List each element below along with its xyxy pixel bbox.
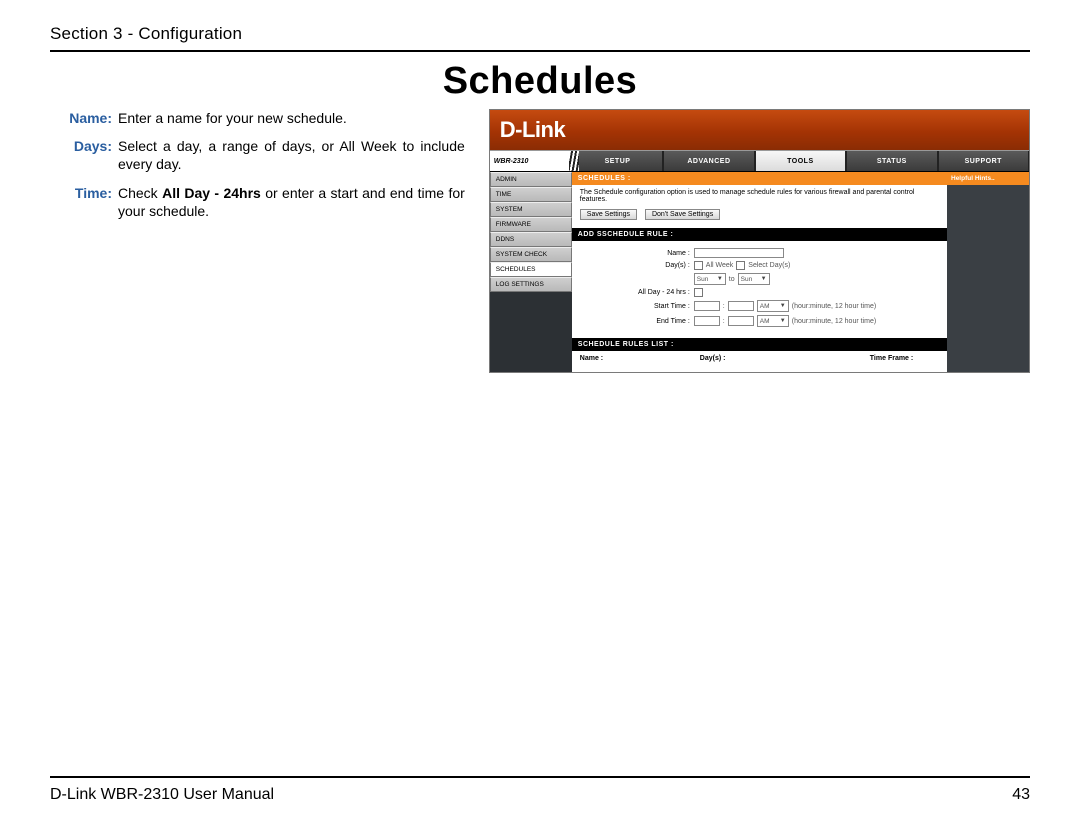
form-row-allday: All Day - 24 hrs :	[580, 288, 939, 297]
end-time-hint: (hour:minute, 12 hour time)	[792, 318, 876, 325]
definition-row: Name: Enter a name for your new schedule…	[50, 109, 465, 127]
schedules-description: The Schedule configuration option is use…	[580, 189, 939, 203]
definition-label: Days:	[50, 137, 118, 173]
page: Section 3 - Configuration Schedules Name…	[0, 0, 1080, 834]
start-hour-input[interactable]	[694, 301, 720, 311]
definition-label: Name:	[50, 109, 118, 127]
nav-tab-status[interactable]: STATUS	[846, 151, 937, 171]
days-label: Day(s) :	[580, 262, 694, 269]
select-days-text: Select Day(s)	[748, 262, 790, 269]
sidemenu-item-systemcheck[interactable]: SYSTEM CHECK	[490, 247, 572, 262]
chevron-down-icon: ▼	[761, 276, 767, 282]
rules-list-columns: Name : Day(s) : Time Frame :	[572, 351, 947, 372]
day-to-select[interactable]: Sun▼	[738, 273, 770, 285]
nav-tab-tools[interactable]: TOOLS	[755, 151, 846, 171]
form-row-end: End Time : : AM▼ (hour:minute, 12 hour t…	[580, 315, 939, 327]
definitions-list: Name: Enter a name for your new schedule…	[50, 109, 465, 230]
end-time-label: End Time :	[580, 318, 694, 325]
page-title: Schedules	[50, 60, 1030, 103]
end-ampm-select[interactable]: AM▼	[757, 315, 789, 327]
definition-row: Time: Check All Day - 24hrs or enter a s…	[50, 184, 465, 220]
main-column: SCHEDULES : The Schedule configuration o…	[572, 172, 947, 372]
chevron-down-icon: ▼	[780, 303, 786, 309]
chevron-down-icon: ▼	[780, 318, 786, 324]
start-time-label: Start Time :	[580, 303, 694, 310]
end-hour-input[interactable]	[694, 316, 720, 326]
form-row-days: Day(s) : All Week Select Day(s)	[580, 261, 939, 270]
start-time-hint: (hour:minute, 12 hour time)	[792, 303, 876, 310]
name-label: Name :	[580, 250, 694, 257]
model-badge: WBR-2310	[490, 151, 572, 171]
definition-text: Check All Day - 24hrs or enter a start a…	[118, 184, 465, 220]
add-rule-panel-body: Name : Day(s) : All Week Select Day(s)	[572, 241, 947, 338]
col-name: Name :	[580, 355, 700, 362]
add-rule-panel-header: ADD SSCHEDULE RULE :	[572, 228, 947, 241]
col-days: Day(s) :	[700, 355, 870, 362]
definition-text: Select a day, a range of days, or All We…	[118, 137, 465, 173]
nav-tab-advanced[interactable]: ADVANCED	[663, 151, 754, 171]
colon-text: :	[723, 318, 725, 325]
router-screenshot: D-Link WBR-2310 SETUP ADVANCED TOOLS STA…	[489, 109, 1030, 373]
nav-tab-setup[interactable]: SETUP	[572, 151, 663, 171]
rules-list-header: SCHEDULE RULES LIST :	[572, 338, 947, 351]
end-minute-input[interactable]	[728, 316, 754, 326]
to-text: to	[729, 276, 735, 283]
brand-logo: D-Link	[500, 117, 565, 143]
footer-page-number: 43	[1012, 786, 1030, 804]
form-row-start: Start Time : : AM▼ (hour:minute, 12 hour…	[580, 300, 939, 312]
definition-label: Time:	[50, 184, 118, 220]
save-settings-button[interactable]: Save Settings	[580, 209, 637, 220]
sidemenu: ADMIN TIME SYSTEM FIRMWARE DDNS SYSTEM C…	[490, 172, 572, 372]
nav-tabs-row: WBR-2310 SETUP ADVANCED TOOLS STATUS SUP…	[490, 150, 1029, 172]
sidemenu-item-admin[interactable]: ADMIN	[490, 172, 572, 187]
allday-label: All Day - 24 hrs :	[580, 289, 694, 296]
footer-left: D-Link WBR-2310 User Manual	[50, 786, 274, 804]
header-rule	[50, 50, 1030, 52]
sidemenu-item-schedules[interactable]: SCHEDULES	[490, 262, 572, 277]
definition-row: Days: Select a day, a range of days, or …	[50, 137, 465, 173]
screenshot-body: ADMIN TIME SYSTEM FIRMWARE DDNS SYSTEM C…	[490, 172, 1029, 372]
all-week-text: All Week	[706, 262, 734, 269]
start-ampm-select[interactable]: AM▼	[757, 300, 789, 312]
content-row: Name: Enter a name for your new schedule…	[50, 109, 1030, 373]
schedules-panel-body: The Schedule configuration option is use…	[572, 185, 947, 228]
section-header: Section 3 - Configuration	[50, 24, 1030, 44]
hints-header: Helpful Hints..	[947, 172, 1029, 185]
all-week-checkbox[interactable]	[694, 261, 703, 270]
nav-tab-support[interactable]: SUPPORT	[938, 151, 1029, 171]
form-row-name: Name :	[580, 248, 939, 258]
definition-text: Enter a name for your new schedule.	[118, 109, 465, 127]
chevron-down-icon: ▼	[717, 276, 723, 282]
hints-column: Helpful Hints..	[947, 172, 1029, 372]
dont-save-settings-button[interactable]: Don't Save Settings	[645, 209, 720, 220]
form-row-days-range: Sun▼ to Sun▼	[580, 273, 939, 285]
start-minute-input[interactable]	[728, 301, 754, 311]
sidemenu-item-time[interactable]: TIME	[490, 187, 572, 202]
sidemenu-item-logsettings[interactable]: LOG SETTINGS	[490, 277, 572, 292]
name-input[interactable]	[694, 248, 784, 258]
schedules-panel-header: SCHEDULES :	[572, 172, 947, 185]
footer: D-Link WBR-2310 User Manual 43	[50, 786, 1030, 804]
select-days-checkbox[interactable]	[736, 261, 745, 270]
sidemenu-item-system[interactable]: SYSTEM	[490, 202, 572, 217]
day-from-select[interactable]: Sun▼	[694, 273, 726, 285]
brand-banner: D-Link	[490, 110, 1029, 150]
footer-rule	[50, 776, 1030, 778]
sidemenu-item-ddns[interactable]: DDNS	[490, 232, 572, 247]
allday-checkbox[interactable]	[694, 288, 703, 297]
sidemenu-item-firmware[interactable]: FIRMWARE	[490, 217, 572, 232]
col-timeframe: Time Frame :	[870, 355, 939, 362]
colon-text: :	[723, 303, 725, 310]
